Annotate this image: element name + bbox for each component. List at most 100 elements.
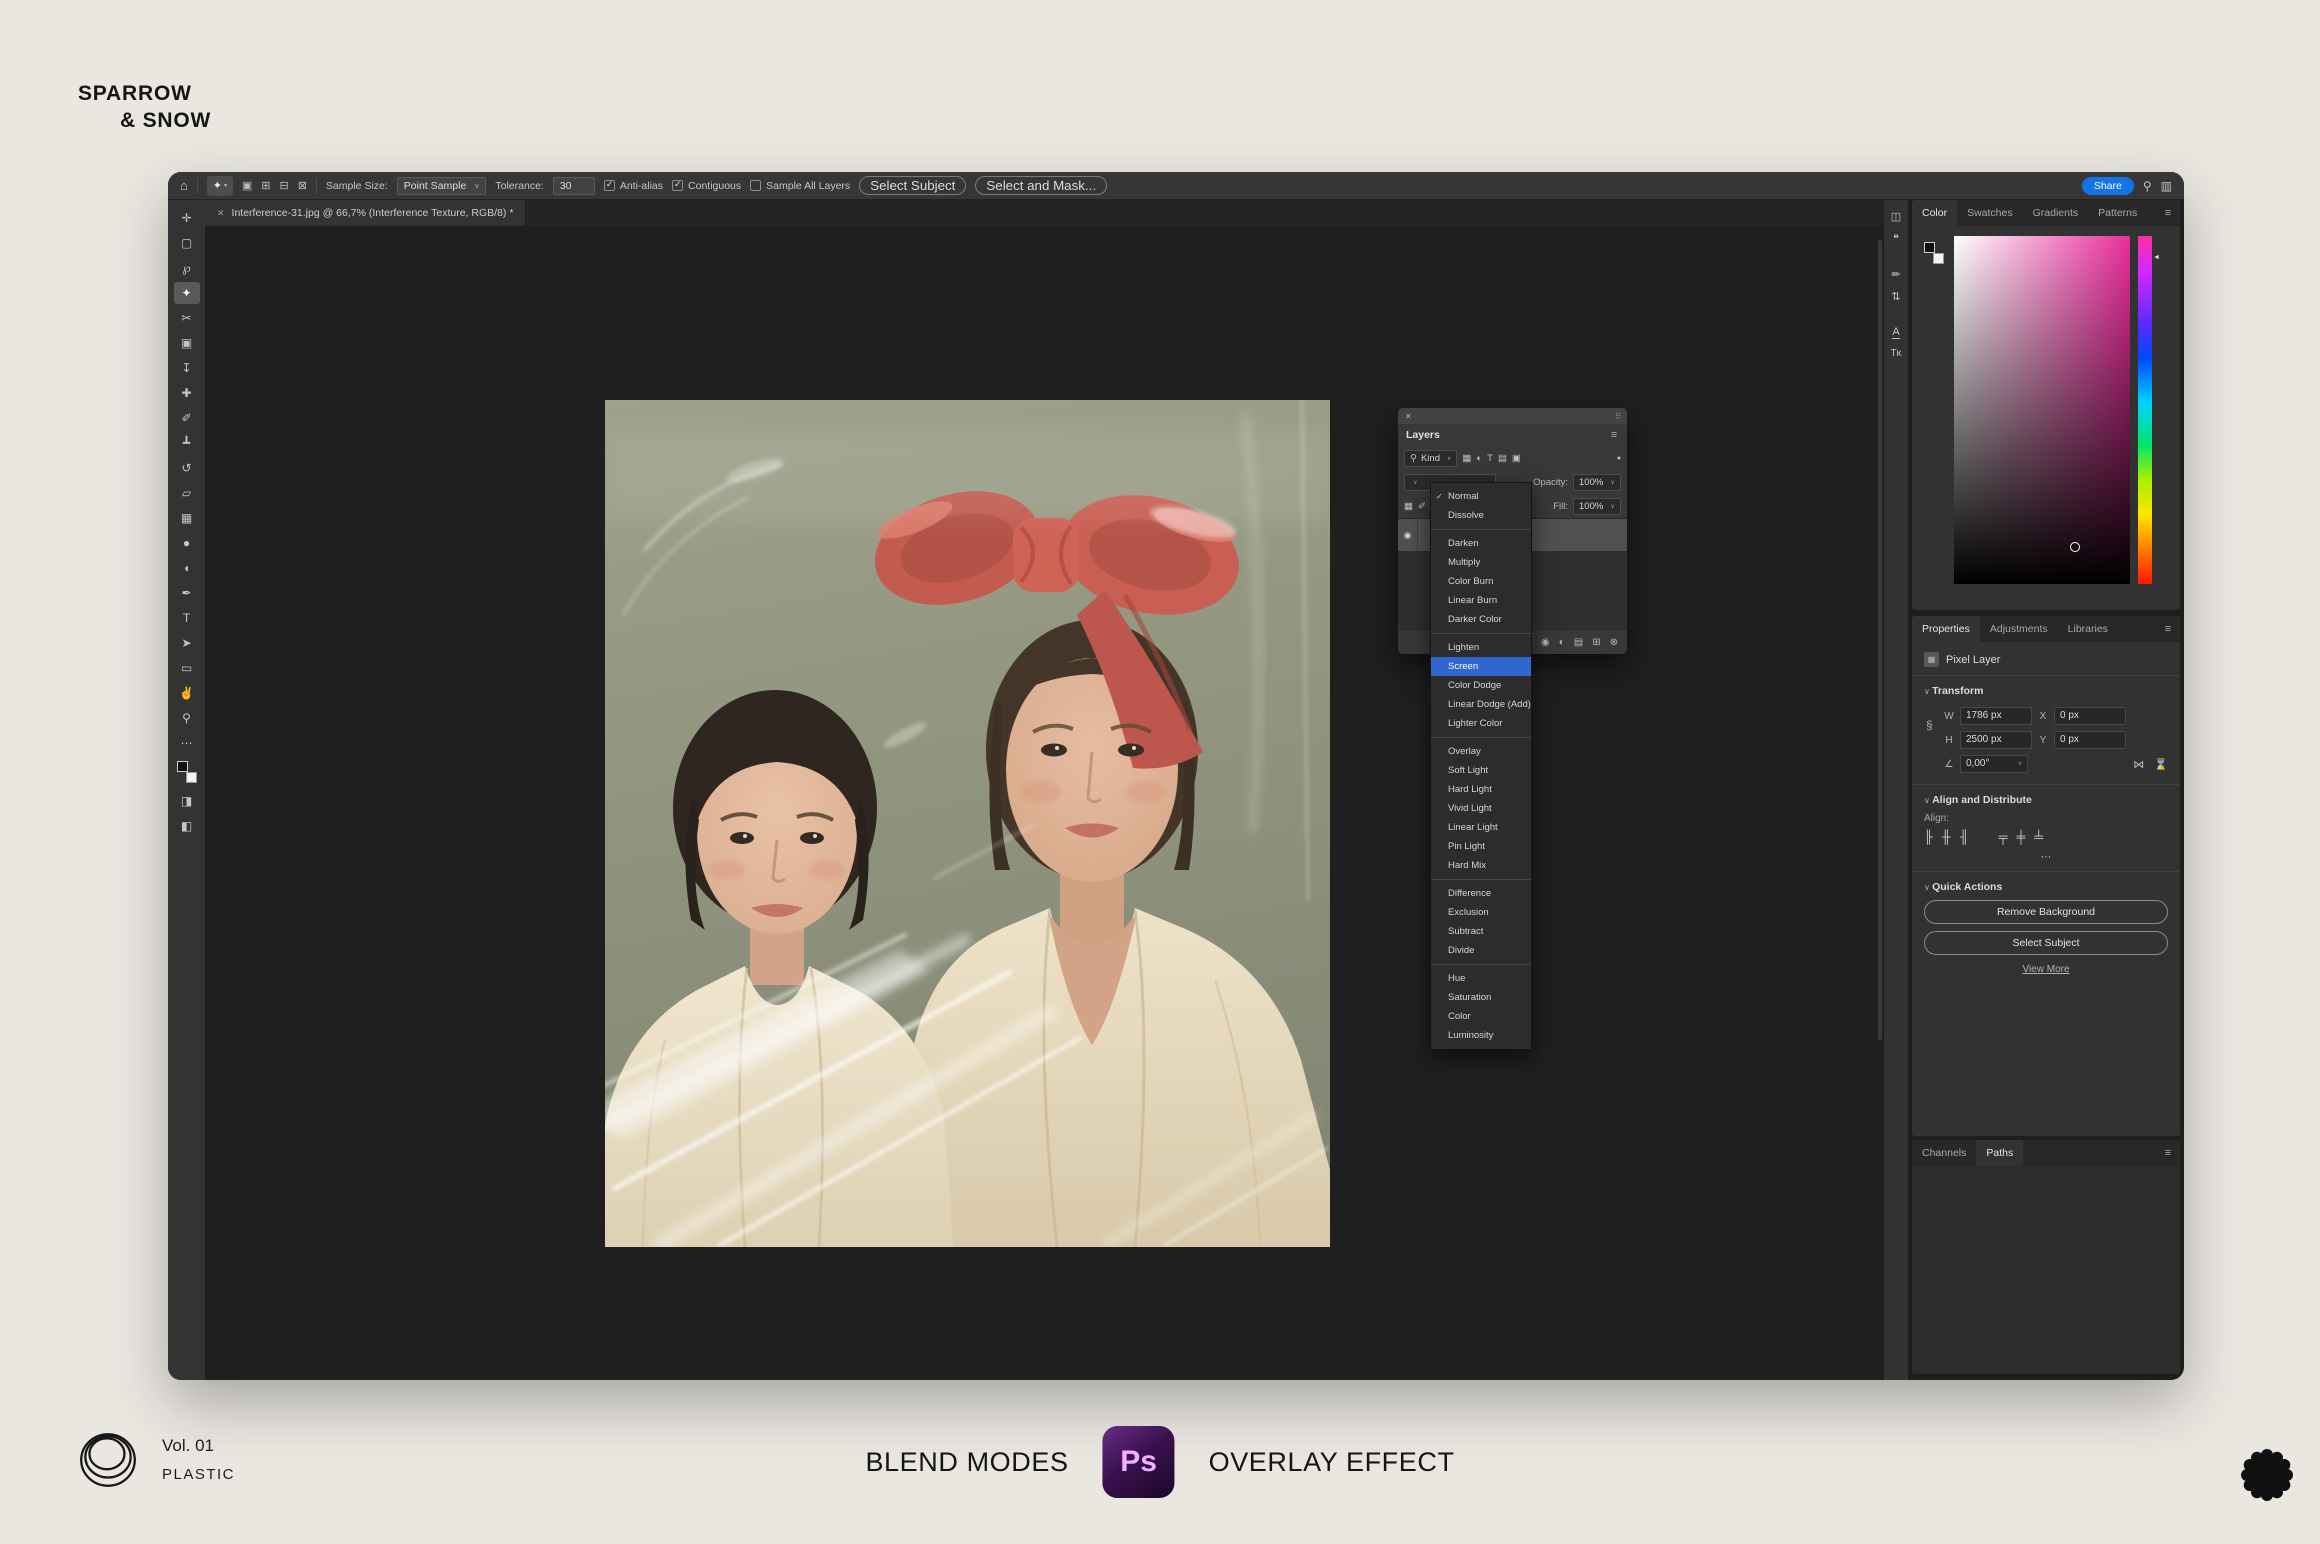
blend-option-difference[interactable]: Difference xyxy=(1431,884,1531,903)
eyedropper-tool[interactable]: ↧ xyxy=(174,357,200,379)
panel-color-swatches[interactable] xyxy=(1922,242,1946,264)
quick-mask-icon[interactable]: ◨ xyxy=(174,790,200,812)
tab-gradients[interactable]: Gradients xyxy=(2023,200,2089,226)
background-color-swatch[interactable] xyxy=(186,772,197,783)
blur-tool[interactable]: ● xyxy=(174,532,200,554)
blend-option-darken[interactable]: Darken xyxy=(1431,534,1531,553)
saturation-brightness-field[interactable] xyxy=(1954,236,2130,584)
select-and-mask-button[interactable]: Select and Mask... xyxy=(975,176,1107,195)
close-tab-icon[interactable]: ✕ xyxy=(217,208,225,219)
y-input[interactable]: 0 px xyxy=(2054,731,2126,749)
height-input[interactable]: 2500 px xyxy=(1960,731,2032,749)
blend-option-screen[interactable]: Screen xyxy=(1431,657,1531,676)
move-tool[interactable]: ✛ xyxy=(174,207,200,229)
gradient-tool[interactable]: ▦ xyxy=(174,507,200,529)
document-tab[interactable]: ✕ Interference-31.jpg @ 66,7% (Interfere… xyxy=(205,200,526,226)
blend-option-subtract[interactable]: Subtract xyxy=(1431,922,1531,941)
magic-wand-tool[interactable]: ✦ xyxy=(174,282,200,304)
blend-option-luminosity[interactable]: Luminosity xyxy=(1431,1026,1531,1045)
new-layer-icon[interactable]: ⊞ xyxy=(1592,637,1600,648)
blend-option-vivid-light[interactable]: Vivid Light xyxy=(1431,799,1531,818)
width-input[interactable]: 1786 px xyxy=(1960,707,2032,725)
canvas-scrollbar[interactable] xyxy=(1878,240,1882,1040)
drag-handle-icon[interactable]: ⠿ xyxy=(1615,412,1620,421)
align-bottom-icon[interactable]: ╧ xyxy=(2034,830,2043,844)
blend-option-saturation[interactable]: Saturation xyxy=(1431,988,1531,1007)
path-select-tool[interactable]: ➤ xyxy=(174,632,200,654)
filter-type-icon[interactable]: T xyxy=(1487,453,1493,464)
blend-option-multiply[interactable]: Multiply xyxy=(1431,553,1531,572)
blend-option-linear-light[interactable]: Linear Light xyxy=(1431,818,1531,837)
blend-option-darker-color[interactable]: Darker Color xyxy=(1431,610,1531,629)
background-color-swatch[interactable] xyxy=(1933,253,1944,264)
blend-option-lighter-color[interactable]: Lighter Color xyxy=(1431,714,1531,733)
panel-menu-icon[interactable]: ≡ xyxy=(2165,623,2180,635)
layers-panel-title[interactable]: Layers xyxy=(1406,429,1440,441)
tab-patterns[interactable]: Patterns xyxy=(2088,200,2147,226)
canvas-area[interactable] xyxy=(205,226,1884,1380)
tolerance-input[interactable]: 30 xyxy=(553,177,595,195)
contiguous-checkbox[interactable] xyxy=(672,180,683,191)
workspace-icon[interactable]: ▥ xyxy=(2161,179,2172,193)
history-brush-tool[interactable]: ↺ xyxy=(174,457,200,479)
align-hcenter-icon[interactable]: ╫ xyxy=(1942,830,1951,844)
intersect-selection-icon[interactable]: ⊠ xyxy=(298,179,307,192)
adjustment-layer-icon[interactable]: ◐ xyxy=(1559,637,1565,648)
fill-select[interactable]: 100% xyxy=(1573,498,1621,515)
active-tool-button[interactable]: ✦▾ xyxy=(207,176,233,196)
blend-option-exclusion[interactable]: Exclusion xyxy=(1431,903,1531,922)
share-button[interactable]: Share xyxy=(2082,177,2134,195)
pen-tool[interactable]: ✒ xyxy=(174,582,200,604)
tab-adjustments[interactable]: Adjustments xyxy=(1980,616,2058,642)
filter-smart-object-icon[interactable]: ▣ xyxy=(1512,453,1521,464)
select-subject-button-panel[interactable]: Select Subject xyxy=(1924,931,2168,955)
layer-visibility-icon[interactable]: ◉ xyxy=(1398,519,1418,551)
filter-adjustment-icon[interactable]: ◐ xyxy=(1476,453,1482,464)
lock-transparent-icon[interactable]: ▦ xyxy=(1404,501,1413,512)
blend-option-color-dodge[interactable]: Color Dodge xyxy=(1431,676,1531,695)
delete-layer-icon[interactable]: ⊗ xyxy=(1610,637,1618,648)
filter-toggle-icon[interactable]: ● xyxy=(1617,455,1621,462)
filter-pixel-icon[interactable]: ▦ xyxy=(1462,453,1471,464)
eraser-tool[interactable]: ▱ xyxy=(174,482,200,504)
blend-option-linear-dodge[interactable]: Linear Dodge (Add) xyxy=(1431,695,1531,714)
glyphs-icon[interactable]: A xyxy=(1892,326,1899,339)
align-vcenter-icon[interactable]: ╪ xyxy=(2016,830,2025,844)
search-icon[interactable]: ⚲ xyxy=(2143,179,2152,193)
blend-option-color-burn[interactable]: Color Burn xyxy=(1431,572,1531,591)
clone-stamp-tool[interactable]: ┻ xyxy=(174,432,200,454)
new-group-icon[interactable]: ▤ xyxy=(1574,637,1583,648)
align-top-icon[interactable]: ╤ xyxy=(1999,830,2008,844)
select-subject-button[interactable]: Select Subject xyxy=(859,176,966,195)
x-input[interactable]: 0 px xyxy=(2054,707,2126,725)
transform-section-header[interactable]: Transform xyxy=(1924,685,2168,697)
home-icon[interactable]: ⌂ xyxy=(180,178,188,193)
sync-icon[interactable]: ⇅ xyxy=(1891,290,1900,303)
dodge-tool[interactable]: ◖ xyxy=(174,557,200,579)
blend-option-normal[interactable]: ✓Normal xyxy=(1431,487,1531,506)
blend-option-overlay[interactable]: Overlay xyxy=(1431,742,1531,761)
foreground-color-swatch[interactable] xyxy=(177,761,188,772)
blend-option-lighten[interactable]: Lighten xyxy=(1431,638,1531,657)
type-tool[interactable]: T xyxy=(174,607,200,629)
panel-menu-icon[interactable]: ≡ xyxy=(2165,1147,2180,1159)
brush-tool[interactable]: ✐ xyxy=(174,407,200,429)
layers-panel-titlebar[interactable]: ✕ ⠿ xyxy=(1398,408,1627,424)
lock-image-icon[interactable]: ✐ xyxy=(1418,501,1426,512)
tab-swatches[interactable]: Swatches xyxy=(1957,200,2023,226)
sample-all-layers-checkbox[interactable] xyxy=(750,180,761,191)
blend-option-divide[interactable]: Divide xyxy=(1431,941,1531,960)
tab-channels[interactable]: Channels xyxy=(1912,1140,1976,1166)
hue-slider[interactable] xyxy=(2138,236,2152,584)
frame-tool[interactable]: ▣ xyxy=(174,332,200,354)
blend-option-dissolve[interactable]: Dissolve xyxy=(1431,506,1531,525)
panel-menu-icon[interactable]: ≡ xyxy=(2165,207,2180,219)
anti-alias-checkbox[interactable] xyxy=(604,180,615,191)
screen-mode-icon[interactable]: ◧ xyxy=(174,815,200,837)
edit-toolbar-icon[interactable]: ⋯ xyxy=(174,732,200,754)
blend-option-hard-light[interactable]: Hard Light xyxy=(1431,780,1531,799)
comments-icon[interactable]: ❝ xyxy=(1893,232,1899,245)
align-section-header[interactable]: Align and Distribute xyxy=(1924,794,2168,806)
subtract-selection-icon[interactable]: ⊟ xyxy=(279,179,288,192)
zoom-tool[interactable]: ⚲ xyxy=(174,707,200,729)
